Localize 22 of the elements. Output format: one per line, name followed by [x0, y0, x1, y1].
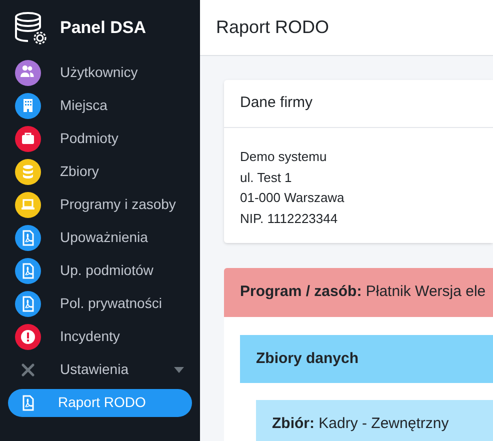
brand-title: Panel DSA [60, 17, 146, 40]
address-line: Demo systemu [240, 148, 327, 166]
nav-item[interactable]: Ustawienia [0, 353, 200, 386]
nav-item[interactable]: Programy i zasoby [0, 188, 200, 221]
card-title: Dane firmy [240, 93, 313, 114]
address-line: 01-000 Warszawa [240, 189, 344, 207]
address-line: NIP. 1112223344 [240, 210, 338, 228]
card-title: Zbiór: Kadry - Zewnętrzny [272, 414, 449, 434]
card-title: Program / zasób: Płatnik Wersja ele [240, 282, 486, 302]
page-title: Raport RODO [216, 16, 330, 39]
nav-item[interactable]: Podmioty [0, 122, 200, 155]
nav-item[interactable]: Pol. prywatności [0, 287, 200, 320]
nav-item[interactable]: Up. podmiotów [0, 254, 200, 287]
card-title: Zbiory danych [256, 348, 359, 369]
address-line: ul. Test 1 [240, 168, 292, 186]
nav-item[interactable]: Upoważnienia [0, 221, 200, 254]
database-gear-icon [14, 11, 48, 45]
caret-icon [174, 366, 184, 372]
nav-item[interactable]: Użytkownicy [0, 56, 200, 89]
nav-item[interactable]: Miejsca [0, 89, 200, 122]
nav-item[interactable]: Zbiory [0, 155, 200, 188]
nav-item[interactable]: Incydenty [0, 320, 200, 353]
